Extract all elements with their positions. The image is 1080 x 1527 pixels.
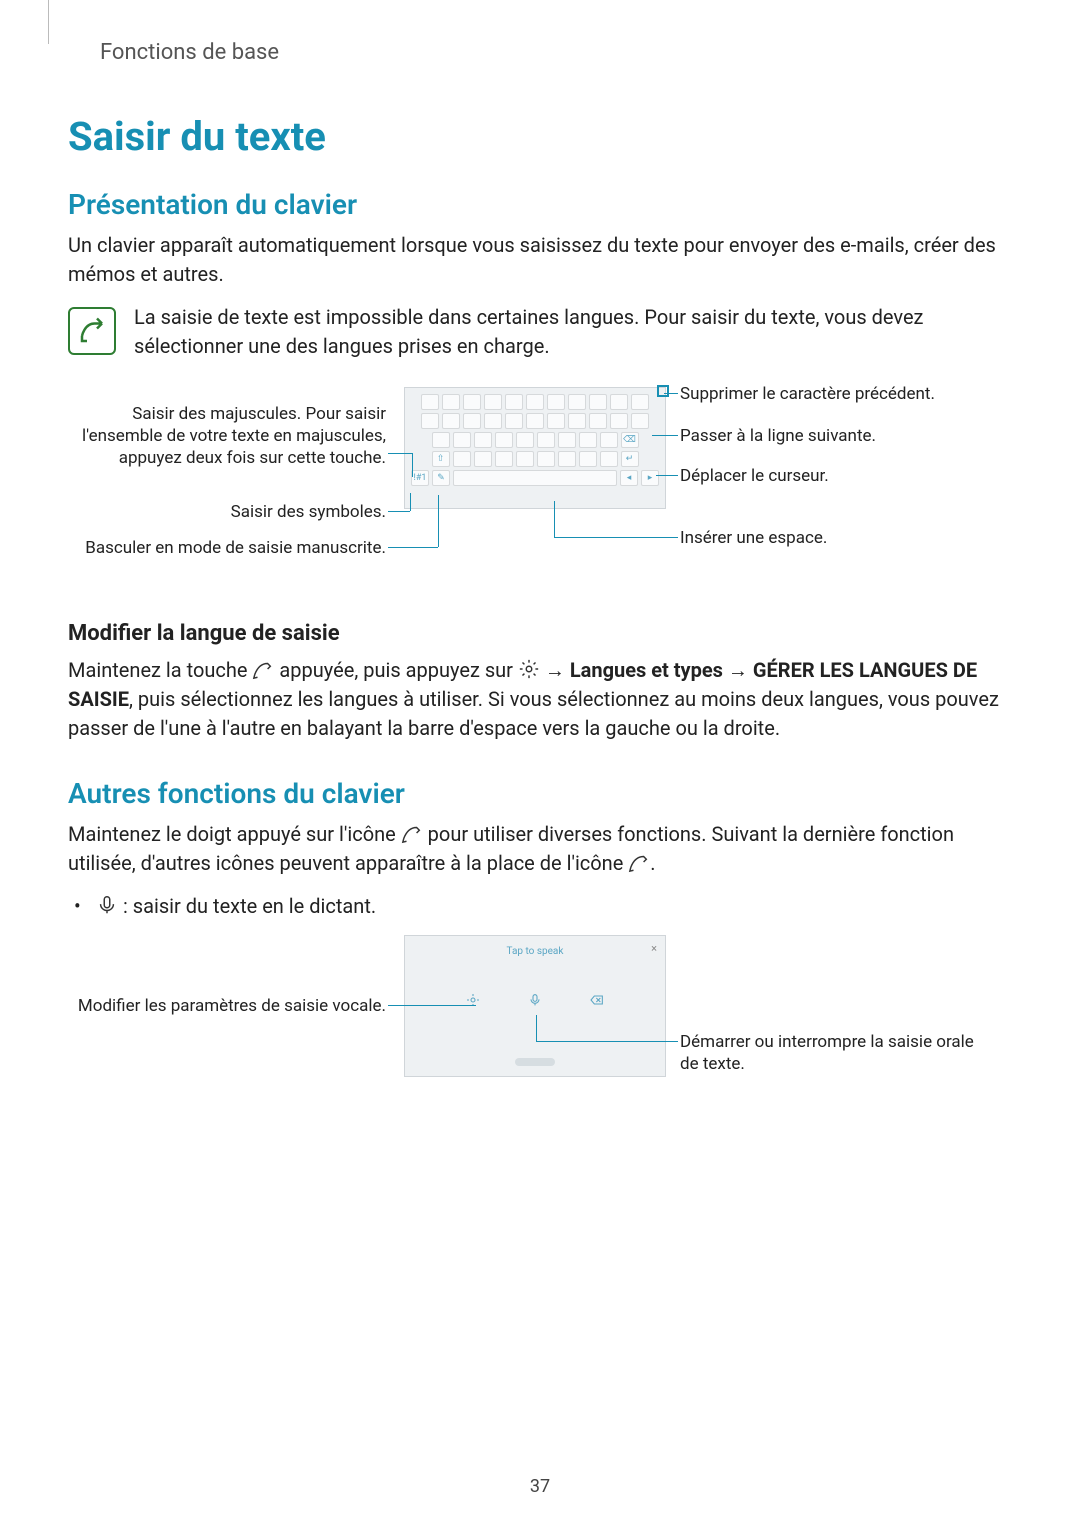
subsection-langue: Modifier la langue de saisie bbox=[68, 621, 1000, 646]
subsection-autres: Autres fonctions du clavier bbox=[68, 777, 1000, 810]
cursor-right-icon: ▸ bbox=[641, 470, 659, 486]
voice-mic-icon bbox=[526, 991, 544, 1009]
note-icon bbox=[68, 307, 116, 355]
breadcrumb: Fonctions de base bbox=[100, 40, 1000, 65]
callout-backspace: Supprimer le caractère précédent. bbox=[680, 383, 980, 405]
handwriting-icon bbox=[628, 851, 650, 871]
marker bbox=[657, 385, 669, 397]
page-number: 37 bbox=[530, 1476, 550, 1497]
handwriting-key-icon: ✎ bbox=[432, 470, 450, 486]
callout-symbols: Saisir des symboles. bbox=[68, 501, 386, 523]
callout-space: Insérer une espace. bbox=[680, 527, 980, 549]
handwriting-icon bbox=[401, 822, 423, 842]
enter-key-icon: ↵ bbox=[621, 451, 639, 467]
space-key bbox=[453, 470, 617, 486]
autres-paragraph: Maintenez le doigt appuyé sur l'icône po… bbox=[68, 820, 1000, 878]
voice-illustration: Tap to speak × bbox=[404, 935, 666, 1077]
bullet-voice: : saisir du texte en le dictant. bbox=[68, 892, 1000, 921]
voice-figure: Tap to speak × Modifier les paramètres d… bbox=[68, 935, 968, 1105]
cursor-left-icon: ◂ bbox=[620, 470, 638, 486]
voice-settings-icon bbox=[464, 991, 482, 1009]
callout-enter: Passer à la ligne suivante. bbox=[680, 425, 980, 447]
keyboard-illustration: ⌫ ⇧ ↵ !#1✎ ◂▸ bbox=[404, 387, 666, 509]
close-icon: × bbox=[651, 942, 657, 955]
callout-voice-start: Démarrer ou interrompre la saisie orale … bbox=[680, 1031, 980, 1075]
shift-key-icon: ⇧ bbox=[432, 451, 450, 467]
callout-shift: Saisir des majuscules. Pour saisir l'ens… bbox=[68, 403, 386, 469]
microphone-icon bbox=[96, 894, 118, 914]
langue-paragraph: Maintenez la touche appuyée, puis appuye… bbox=[68, 656, 1000, 743]
settings-icon bbox=[518, 658, 540, 678]
voice-delete-icon bbox=[588, 991, 606, 1009]
handwriting-icon bbox=[252, 658, 274, 678]
callout-cursor: Déplacer le curseur. bbox=[680, 465, 980, 487]
voice-hint: Tap to speak bbox=[507, 946, 564, 957]
callout-handwriting: Basculer en mode de saisie manuscrite. bbox=[68, 537, 386, 559]
callout-voice-settings: Modifier les paramètres de saisie vocale… bbox=[68, 995, 386, 1017]
note-text: La saisie de texte est impossible dans c… bbox=[134, 303, 1000, 361]
backspace-key-icon: ⌫ bbox=[621, 432, 639, 448]
intro-text: Un clavier apparaît automatiquement lors… bbox=[68, 231, 1000, 289]
symbols-key-icon: !#1 bbox=[411, 470, 429, 486]
subsection-presentation: Présentation du clavier bbox=[68, 188, 1000, 221]
page-title: Saisir du texte bbox=[68, 113, 1000, 160]
keyboard-figure: ⌫ ⇧ ↵ !#1✎ ◂▸ Saisir des majuscules. Pour … bbox=[68, 383, 968, 593]
